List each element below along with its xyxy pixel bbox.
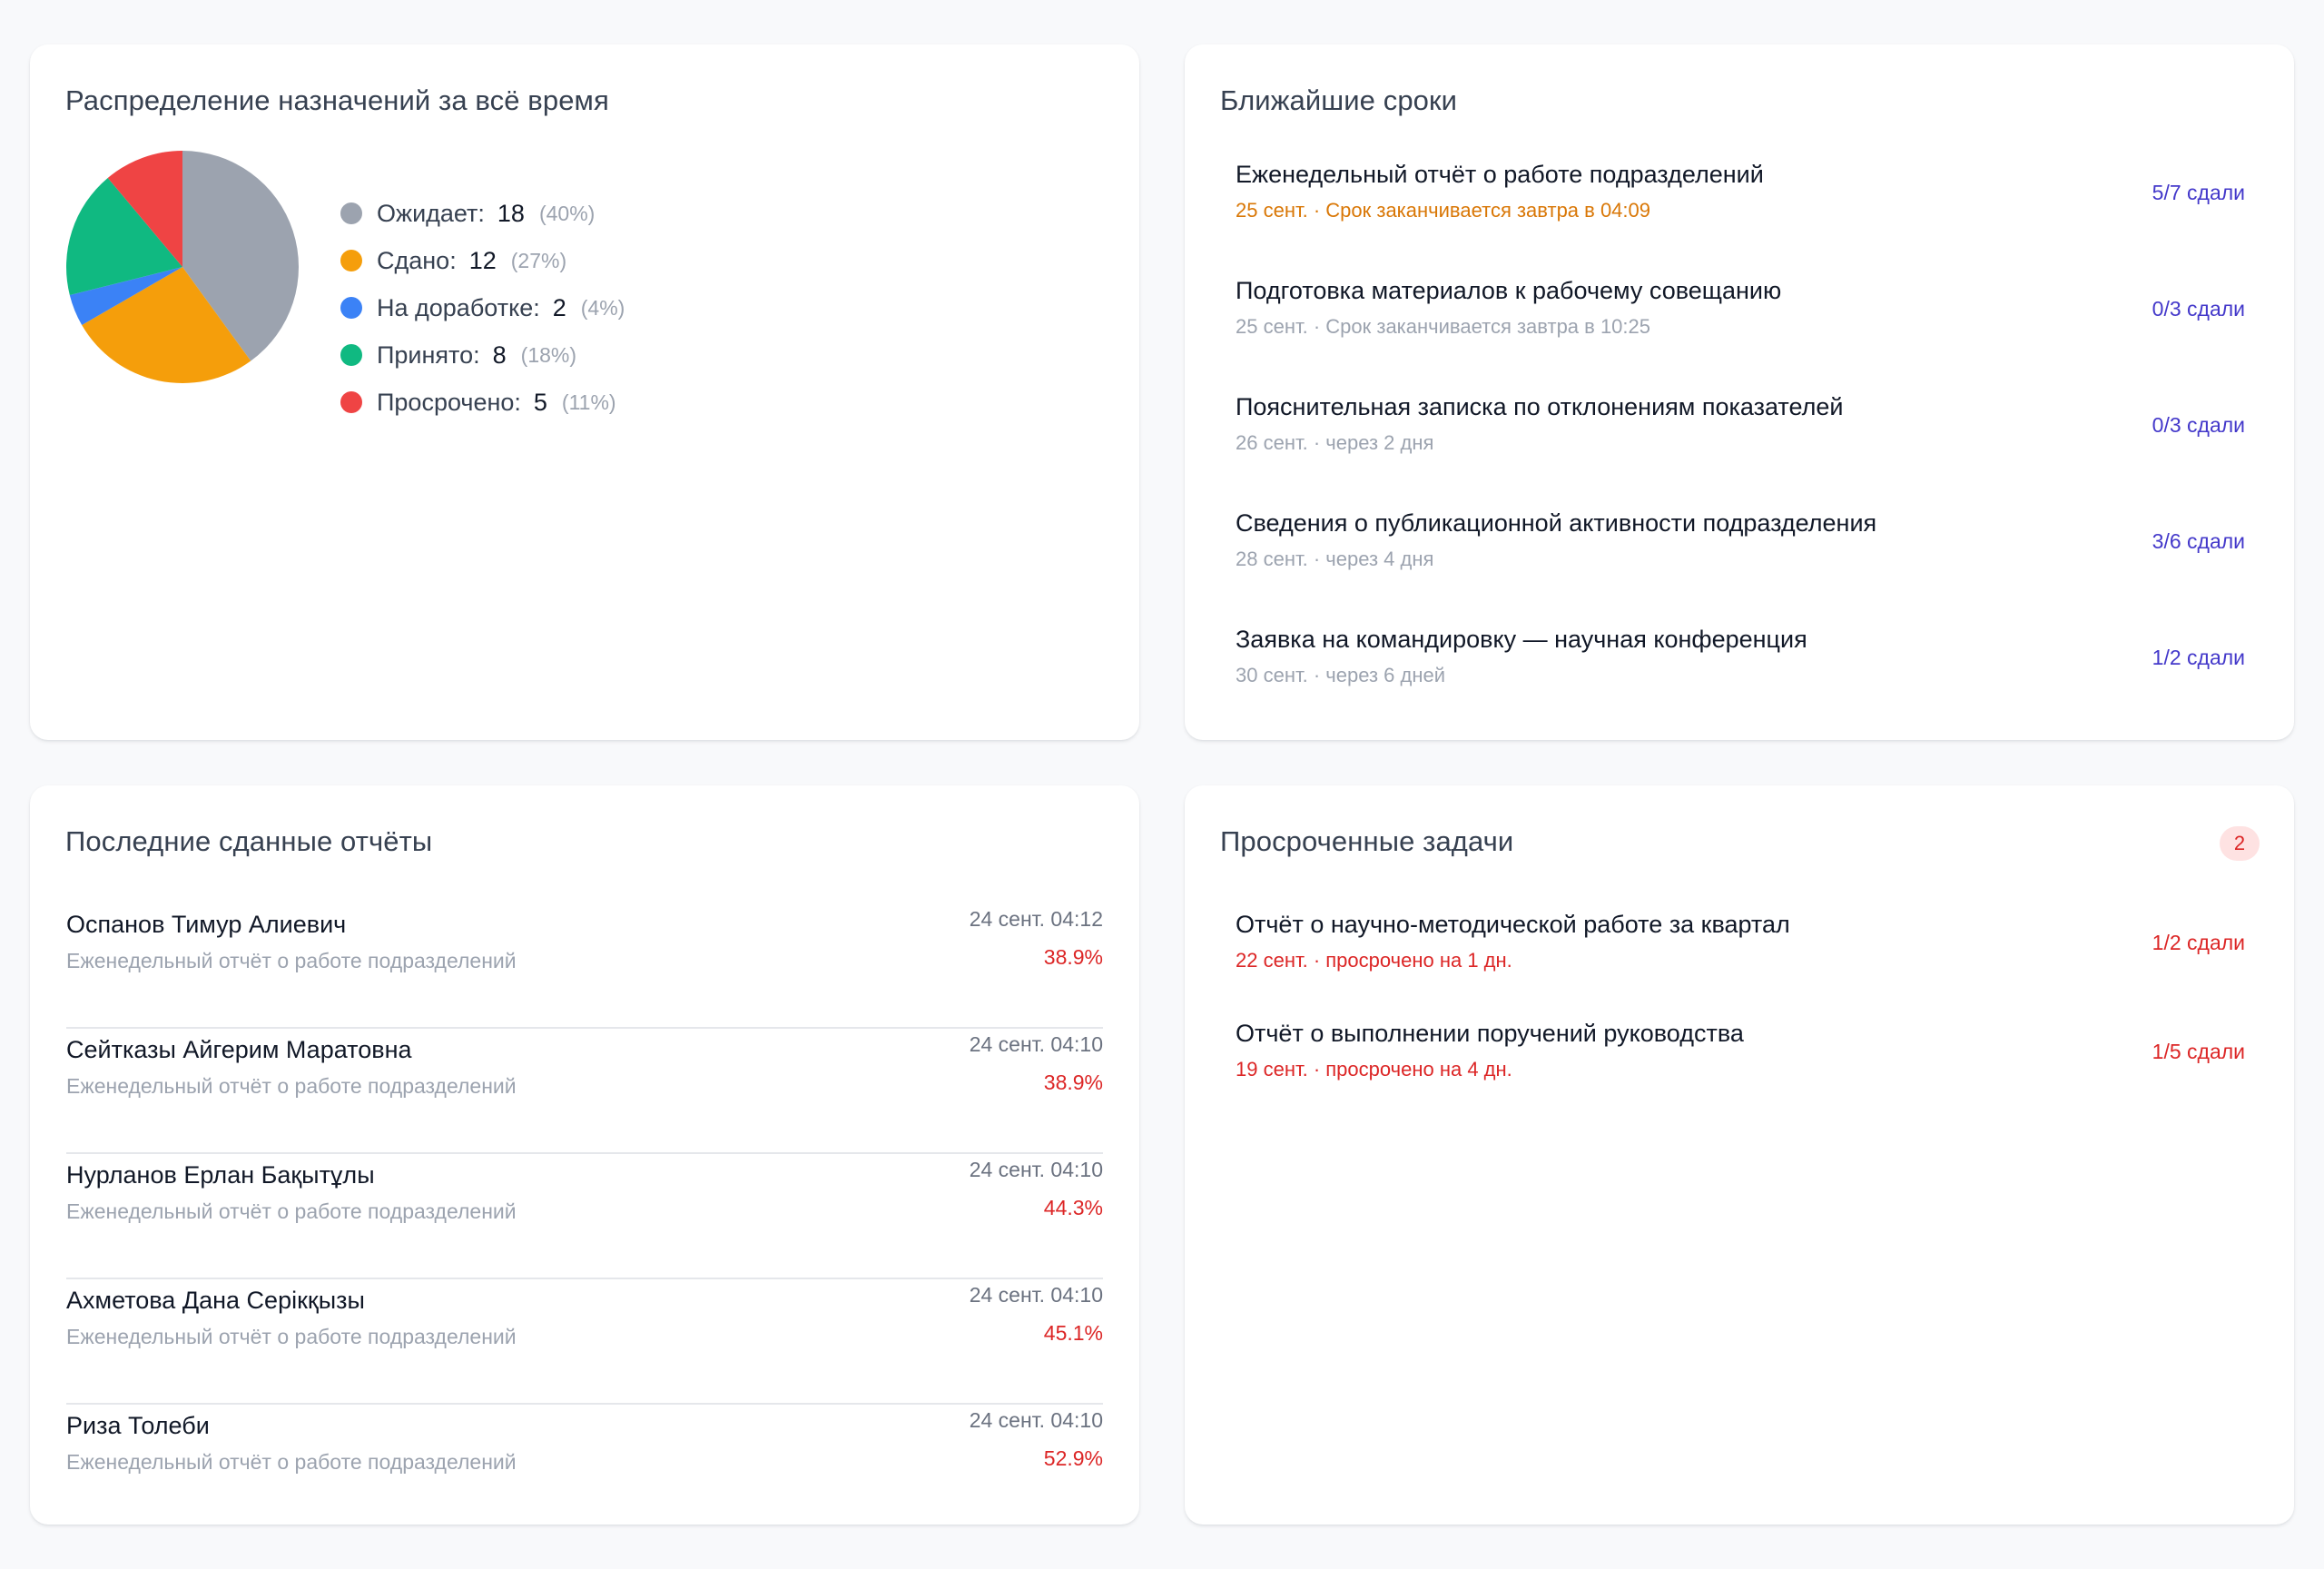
recent-report-row[interactable]: Ахметова Дана Серікқызы Еженедельный отч…: [66, 1279, 1103, 1405]
deadline-title: Еженедельный отчёт о работе подразделени…: [1236, 161, 1764, 188]
legend-label: Сдано:: [377, 246, 457, 274]
overdue-task-title: Отчёт о выполнении поручений руководства: [1236, 1020, 1744, 1047]
deadline-submitted-count: 5/7 сдали: [2152, 181, 2245, 204]
overdue-task-subtitle: 19 сент. · просрочено на 4 дн.: [1236, 1058, 1512, 1081]
deadline-submitted-count: 0/3 сдали: [2152, 413, 2245, 437]
deadline-subtitle: 28 сент. · через 4 дня: [1236, 548, 1434, 570]
deadline-subtitle: 30 сент. · через 6 дней: [1236, 664, 1446, 686]
legend-dot: [340, 297, 362, 319]
recent-reports-title: Последние сданные отчёты: [65, 825, 433, 857]
recent-report-date: 24 сент. 04:10: [969, 1408, 1103, 1432]
recent-report-row[interactable]: Оспанов Тимур Алиевич Еженедельный отчёт…: [66, 903, 1103, 1029]
legend-dot: [340, 344, 362, 366]
deadline-item[interactable]: Подготовка материалов к рабочему совещан…: [1236, 277, 2245, 340]
legend-label: На доработке:: [377, 293, 540, 321]
overdue-task-submitted-count: 1/5 сдали: [2152, 1040, 2245, 1063]
distribution-title: Распределение назначений за всё время: [65, 84, 609, 116]
deadline-subtitle: 25 сент. · Срок заканчивается завтра в 1…: [1236, 315, 1651, 338]
recent-report-task: Еженедельный отчёт о работе подразделени…: [66, 1450, 517, 1474]
legend-percent: (4%): [580, 295, 625, 320]
legend-dot: [340, 391, 362, 413]
deadline-item[interactable]: Еженедельный отчёт о работе подразделени…: [1236, 161, 2245, 224]
overdue-task-subtitle: 22 сент. · просрочено на 1 дн.: [1236, 949, 1512, 972]
deadline-title: Пояснительная записка по отклонениям пок…: [1236, 393, 1844, 420]
recent-report-author: Риза Толеби: [66, 1412, 210, 1439]
overdue-task-title: Отчёт о научно-методической работе за кв…: [1236, 911, 1790, 938]
recent-report-date: 24 сент. 04:10: [969, 1283, 1103, 1307]
recent-report-score: 38.9%: [1043, 945, 1103, 969]
distribution-card: Распределение назначений за всё время Ож…: [30, 44, 1139, 740]
overdue-count-badge: 2: [2220, 826, 2260, 861]
deadline-item[interactable]: Заявка на командировку — научная конфере…: [1236, 626, 2245, 689]
deadline-subtitle: 25 сент. · Срок заканчивается завтра в 0…: [1236, 199, 1651, 222]
legend-count: 18: [497, 199, 525, 227]
legend-label: Ожидает:: [377, 199, 485, 227]
legend-count: 12: [468, 246, 497, 274]
legend-item-pending: Ожидает: 18 (40%): [340, 190, 625, 237]
legend-percent: (18%): [520, 342, 577, 367]
recent-report-row[interactable]: Сейтказы Айгерим Маратовна Еженедельный …: [66, 1029, 1103, 1154]
recent-report-score: 52.9%: [1043, 1446, 1103, 1470]
recent-report-row[interactable]: Риза Толеби Еженедельный отчёт о работе …: [66, 1405, 1103, 1530]
recent-report-task: Еженедельный отчёт о работе подразделени…: [66, 1325, 517, 1348]
legend-count: 8: [492, 340, 507, 369]
legend-percent: (27%): [510, 248, 567, 272]
legend-item-overdue: Просрочено: 5 (11%): [340, 379, 625, 426]
legend-label: Просрочено:: [377, 388, 521, 416]
recent-report-author: Сейтказы Айгерим Маратовна: [66, 1036, 412, 1063]
legend-count: 2: [552, 293, 566, 321]
legend-item-accepted: Принято: 8 (18%): [340, 331, 625, 379]
deadline-submitted-count: 1/2 сдали: [2152, 646, 2245, 669]
recent-report-date: 24 сент. 04:10: [969, 1032, 1103, 1056]
recent-report-author: Оспанов Тимур Алиевич: [66, 911, 347, 938]
overdue-tasks-title: Просроченные задачи: [1220, 825, 1514, 857]
deadline-submitted-count: 0/3 сдали: [2152, 297, 2245, 321]
recent-report-score: 45.1%: [1043, 1321, 1103, 1345]
deadline-item[interactable]: Сведения о публикационной активности под…: [1236, 509, 2245, 573]
overdue-task-item[interactable]: Отчёт о выполнении поручений руководства…: [1236, 1020, 2245, 1083]
overdue-tasks-card: Просроченные задачи 2 Отчёт о научно-мет…: [1185, 785, 2294, 1525]
overdue-task-item[interactable]: Отчёт о научно-методической работе за кв…: [1236, 911, 2245, 974]
recent-report-date: 24 сент. 04:10: [969, 1158, 1103, 1181]
legend-dot: [340, 202, 362, 224]
deadlines-card: Ближайшие сроки Еженедельный отчёт о раб…: [1185, 44, 2294, 740]
recent-report-task: Еженедельный отчёт о работе подразделени…: [66, 949, 517, 972]
deadline-subtitle: 26 сент. · через 2 дня: [1236, 431, 1434, 454]
legend-item-submitted: Сдано: 12 (27%): [340, 237, 625, 284]
deadline-title: Заявка на командировку — научная конфере…: [1236, 626, 1807, 653]
recent-report-row[interactable]: Нурланов Ерлан Бақытұлы Еженедельный отч…: [66, 1154, 1103, 1279]
recent-report-date: 24 сент. 04:12: [969, 907, 1103, 931]
deadline-title: Подготовка материалов к рабочему совещан…: [1236, 277, 1782, 304]
distribution-pie-chart: [66, 151, 299, 383]
recent-report-task: Еженедельный отчёт о работе подразделени…: [66, 1074, 517, 1098]
deadline-item[interactable]: Пояснительная записка по отклонениям пок…: [1236, 393, 2245, 457]
legend-count: 5: [533, 388, 547, 416]
overdue-task-submitted-count: 1/2 сдали: [2152, 931, 2245, 954]
recent-report-score: 44.3%: [1043, 1196, 1103, 1219]
legend-label: Принято:: [377, 340, 480, 369]
recent-report-score: 38.9%: [1043, 1071, 1103, 1094]
deadline-submitted-count: 3/6 сдали: [2152, 529, 2245, 553]
recent-reports-card: Последние сданные отчёты Оспанов Тимур А…: [30, 785, 1139, 1525]
deadlines-title: Ближайшие сроки: [1220, 84, 1458, 116]
legend-percent: (40%): [538, 201, 596, 225]
recent-report-author: Ахметова Дана Серікқызы: [66, 1287, 365, 1314]
deadline-title: Сведения о публикационной активности под…: [1236, 509, 1877, 537]
distribution-legend: Ожидает: 18 (40%) Сдано: 12 (27%) На дор…: [340, 190, 625, 426]
legend-dot: [340, 250, 362, 271]
legend-item-revision: На доработке: 2 (4%): [340, 284, 625, 331]
legend-percent: (11%): [561, 390, 616, 414]
recent-report-task: Еженедельный отчёт о работе подразделени…: [66, 1199, 517, 1223]
recent-report-author: Нурланов Ерлан Бақытұлы: [66, 1161, 375, 1189]
